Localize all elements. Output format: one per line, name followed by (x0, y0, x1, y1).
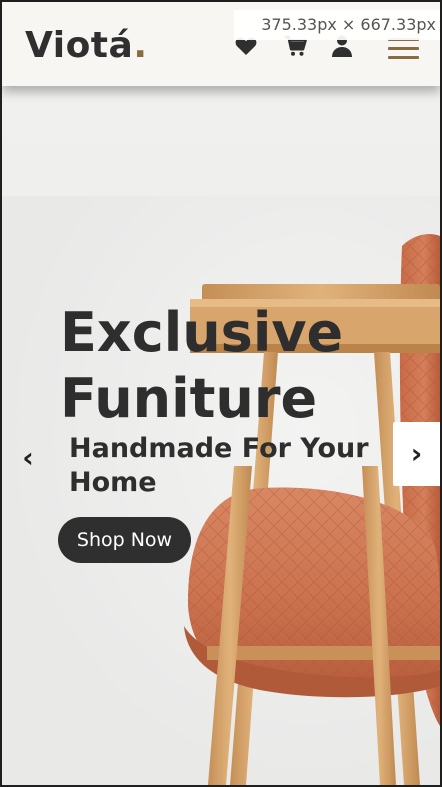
hero-subtitle-line2: Home (69, 467, 157, 498)
viewport-size-label: 375.33px × 667.33px (234, 10, 440, 40)
site-logo[interactable]: Viotá. (25, 24, 148, 68)
logo-text: Viotá (25, 25, 134, 66)
hero-subtitle-line1: Handmade For Your (69, 433, 369, 464)
hero-subtitle: Handmade For Your Home (69, 432, 399, 500)
shop-now-button[interactable]: Shop Now (58, 517, 191, 563)
hero-title: Exclusive Funiture (60, 300, 420, 432)
logo-dot: . (133, 25, 148, 66)
hero-title-line2: Funiture (60, 367, 318, 430)
slider-prev-arrow[interactable]: ‹ (10, 438, 46, 478)
slider-next-arrow[interactable]: › (393, 422, 440, 486)
hero-slider: Exclusive Funiture Handmade For Your Hom… (2, 86, 440, 785)
browser-viewport: 375.33px × 667.33px Viotá. Exclusive Fun… (2, 2, 440, 785)
hero-title-line1: Exclusive (60, 301, 344, 364)
hamburger-menu-icon[interactable] (388, 38, 419, 60)
